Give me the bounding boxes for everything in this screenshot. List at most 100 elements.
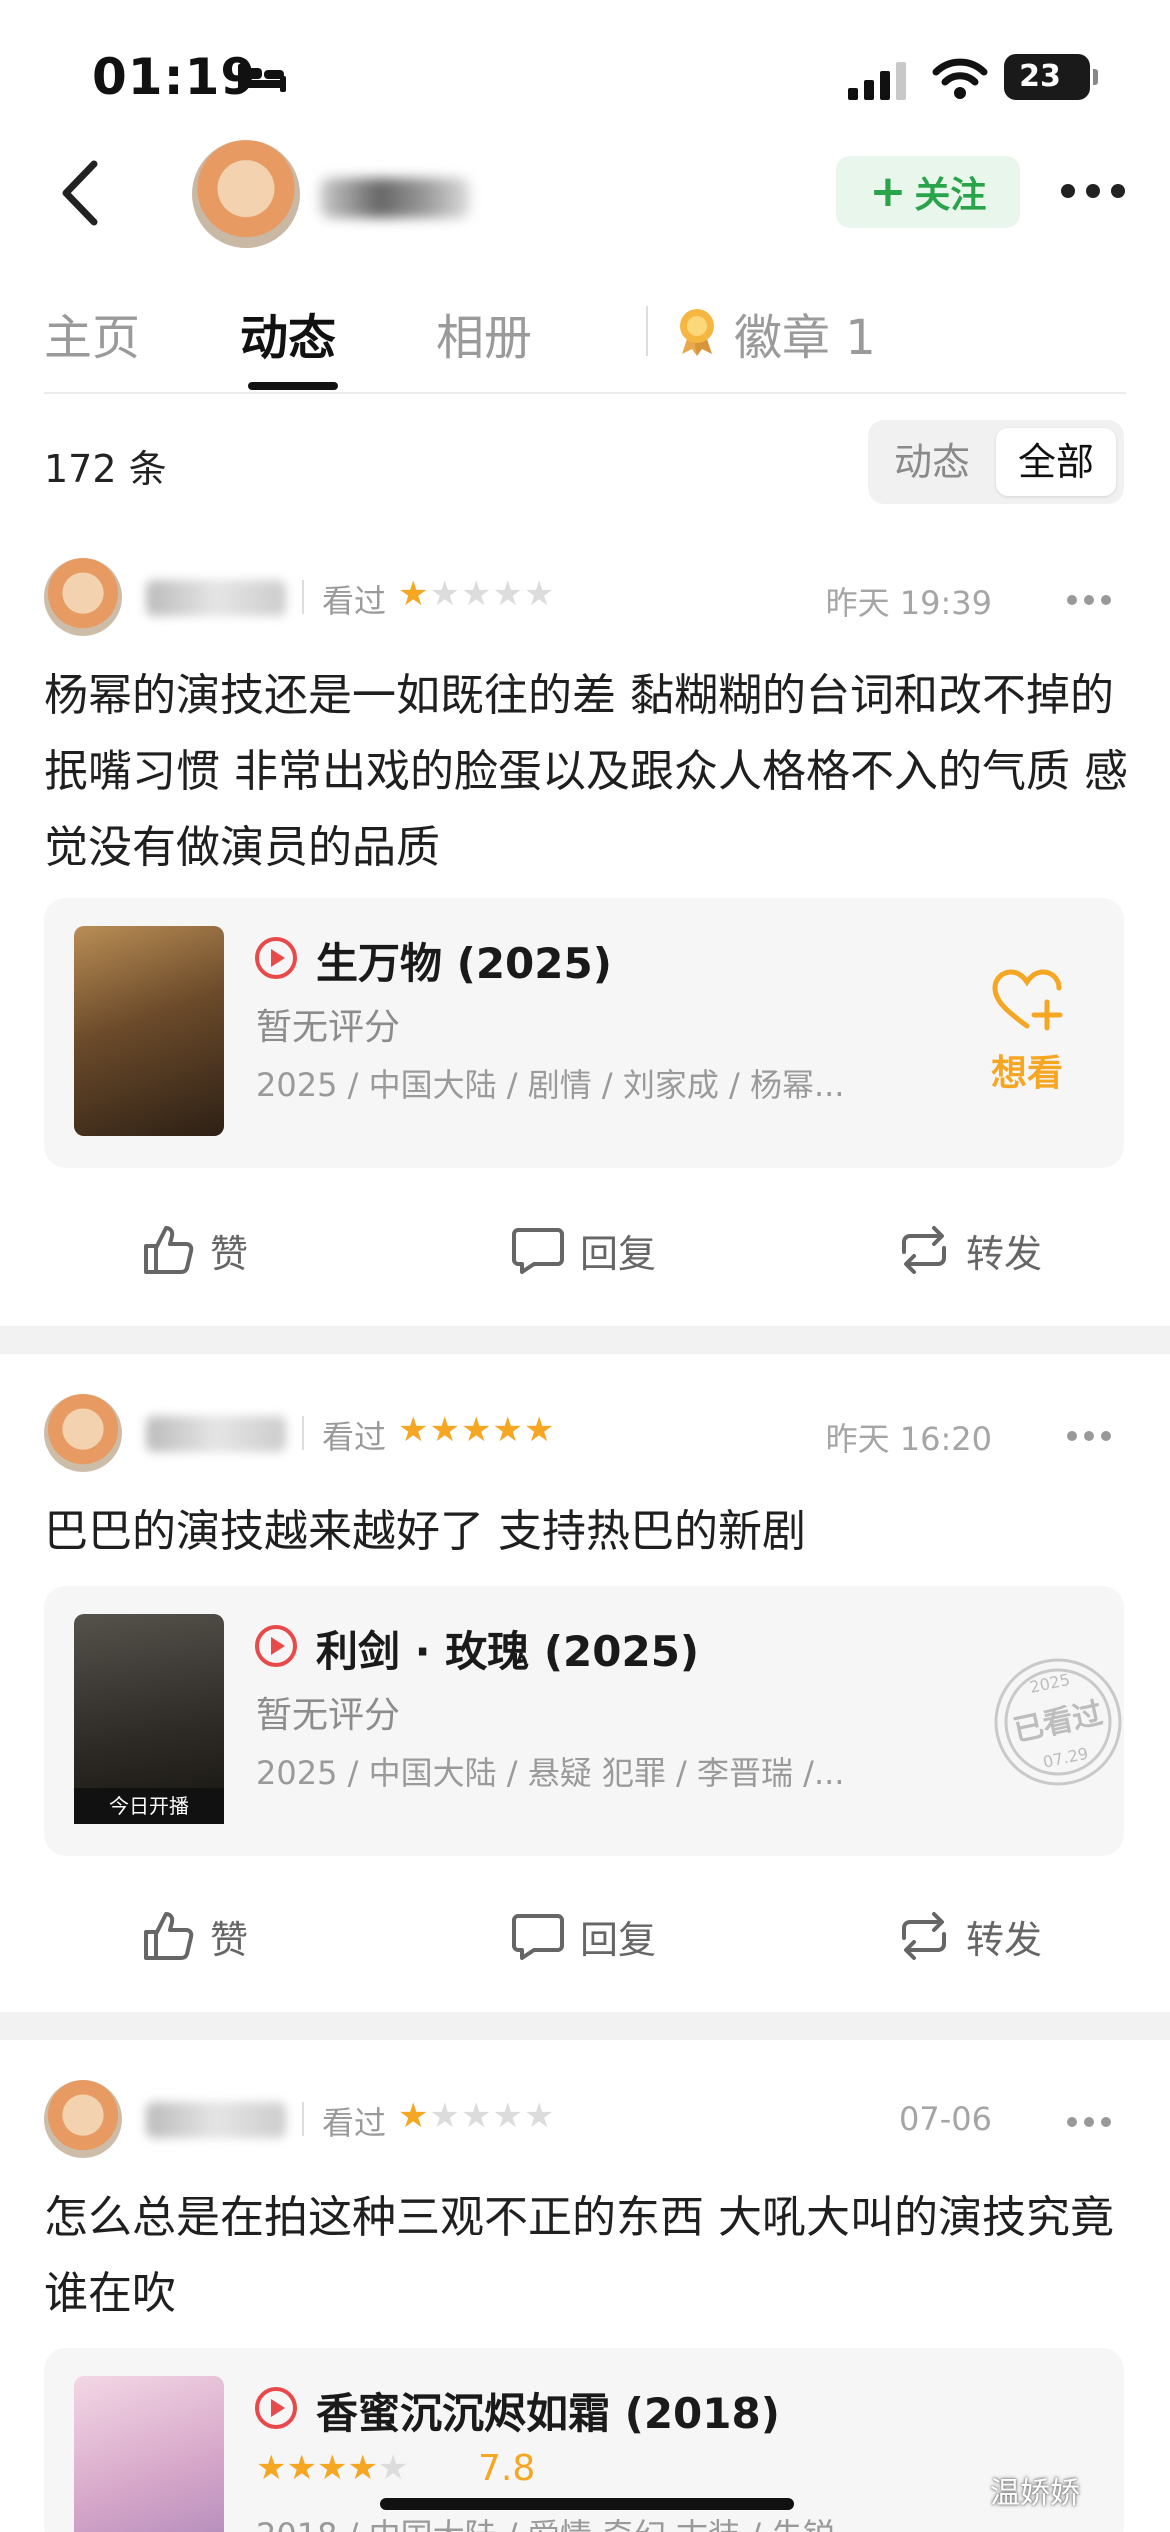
movie-title: 香蜜沉沉烬如霜 (2018)	[316, 2389, 780, 2438]
want-to-watch-button[interactable]: 想看	[982, 968, 1072, 1096]
watched-stamp-icon: 2025 已看过 07.29	[994, 1658, 1122, 1786]
poster-tag: 今日开播	[74, 1788, 224, 1824]
post-text: 巴巴的演技越来越好了 支持热巴的新剧	[44, 1506, 806, 1557]
movie-card[interactable]: 生万物 (2025) 暂无评分 2025 / 中国大陆 / 剧情 / 刘家成 /…	[44, 898, 1124, 1168]
section-gap	[0, 2012, 1170, 2040]
post-avatar[interactable]	[44, 1394, 122, 1472]
post-time: 07-06	[899, 2100, 992, 2138]
movie-meta: 2025 / 中国大陆 / 剧情 / 刘家成 / 杨幂...	[256, 1066, 845, 1104]
post-action: 看过	[322, 582, 387, 620]
filter-option-all[interactable]: 全部	[996, 428, 1116, 496]
more-options-icon[interactable]	[1060, 182, 1126, 200]
post-time: 昨天 16:20	[825, 1420, 992, 1458]
post-username-redacted	[146, 1416, 286, 1452]
like-label: 赞	[210, 1917, 249, 1962]
like-label: 赞	[210, 1231, 249, 1276]
status-time: 01:19	[92, 48, 257, 106]
movie-score: 7.8	[478, 2448, 536, 2489]
post-username-redacted	[146, 580, 286, 616]
movie-title: 利剑 · 玫瑰 (2025)	[316, 1627, 700, 1676]
reply-button[interactable]: 回复	[510, 1908, 656, 1964]
profile-tabs: 主页 动态 相册 徽章 1	[0, 290, 1170, 394]
post-action: 看过	[322, 2104, 387, 2142]
post-username-redacted	[146, 2102, 286, 2138]
tab-separator	[646, 306, 648, 356]
want-label: 想看	[990, 1053, 1063, 1094]
status-bar: 01:19 23	[0, 0, 1170, 140]
like-button[interactable]: 赞	[140, 1222, 248, 1278]
sleep-focus-icon	[238, 64, 286, 92]
share-button[interactable]: 转发	[896, 1222, 1042, 1278]
movie-score: 暂无评分	[256, 1695, 401, 1736]
active-tab-indicator	[248, 382, 338, 390]
post-action: 看过	[322, 1418, 387, 1456]
repost-icon	[902, 1912, 946, 1960]
profile-name-redacted	[320, 178, 470, 218]
post-text: 怎么总是在拍这种三观不正的东西 大吼大叫的演技究竟谁在吹	[44, 2192, 1114, 2319]
play-circle-icon	[255, 1625, 297, 1667]
movie-poster	[74, 926, 224, 1136]
post-actions: 赞 回复 转发	[0, 1886, 1170, 1986]
more-icon[interactable]	[1066, 2116, 1112, 2128]
movie-rating-stars: ★★★★★	[256, 2448, 409, 2488]
medal-icon	[680, 309, 714, 356]
filter-option-activity[interactable]: 动态	[882, 428, 982, 496]
post-rating-stars: ★★★★★	[398, 2096, 556, 2136]
share-label: 转发	[966, 1917, 1043, 1962]
tab-album[interactable]: 相册	[436, 298, 532, 368]
tab-activity[interactable]: 动态	[240, 298, 336, 368]
play-circle-icon	[255, 2387, 297, 2429]
share-label: 转发	[966, 1231, 1043, 1276]
stamp-text: 已看过	[1010, 1696, 1105, 1749]
movie-score: 暂无评分	[256, 1007, 401, 1048]
divider	[302, 2102, 304, 2136]
post-rating-stars: ★★★★★	[398, 1410, 556, 1450]
tab-badges[interactable]: 徽章 1	[734, 298, 876, 368]
activity-count: 172 条	[44, 447, 167, 491]
heart-plus-icon	[992, 969, 1063, 1031]
back-arrow-icon[interactable]	[56, 158, 106, 228]
watermark: 温娇娇	[990, 2476, 1080, 2511]
movie-title: 生万物 (2025)	[316, 939, 612, 988]
more-icon[interactable]	[1066, 1430, 1112, 1442]
cellular-signal-icon	[848, 62, 906, 100]
movie-meta: 2025 / 中国大陆 / 悬疑 犯罪 / 李晋瑞 /...	[256, 1754, 845, 1792]
more-icon[interactable]	[1066, 594, 1112, 606]
share-button[interactable]: 转发	[896, 1908, 1042, 1964]
comment-icon	[512, 1914, 564, 1960]
like-button[interactable]: 赞	[140, 1908, 248, 1964]
divider	[302, 1416, 304, 1450]
post-avatar[interactable]	[44, 2080, 122, 2158]
follow-label: 关注	[914, 175, 987, 216]
thumbs-up-icon	[144, 1912, 194, 1960]
post-text: 杨幂的演技还是一如既往的差 黏糊糊的台词和改不掉的抿嘴习惯 非常出戏的脸蛋以及跟…	[44, 670, 1128, 873]
tab-home[interactable]: 主页	[44, 298, 140, 368]
repost-icon	[902, 1226, 946, 1274]
post-time: 昨天 19:39	[825, 584, 992, 622]
play-circle-icon	[255, 937, 297, 979]
follow-button[interactable]: + 关注	[836, 156, 1020, 228]
movie-meta: 2018 / 中国大陆 / 爱情 奇幻 古装 / 朱锐...	[256, 2510, 866, 2532]
comment-icon	[512, 1228, 564, 1274]
divider	[44, 392, 1126, 394]
divider	[302, 580, 304, 614]
stamp-year: 2025	[1028, 1670, 1072, 1697]
profile-avatar[interactable]	[192, 140, 300, 248]
post-rating-stars: ★★★★★	[398, 574, 556, 614]
reply-label: 回复	[580, 1231, 657, 1276]
battery-level: 23	[1019, 59, 1061, 94]
plus-icon: +	[869, 166, 907, 217]
thumbs-up-icon	[144, 1226, 194, 1274]
movie-card[interactable]: 今日开播 利剑 · 玫瑰 (2025) 暂无评分 2025 / 中国大陆 / 悬…	[44, 1586, 1124, 1856]
home-indicator[interactable]	[380, 2498, 794, 2510]
battery-icon: 23	[1004, 54, 1098, 100]
movie-poster	[74, 2376, 224, 2532]
post-avatar[interactable]	[44, 558, 122, 636]
movie-poster: 今日开播	[74, 1614, 224, 1824]
reply-button[interactable]: 回复	[510, 1222, 656, 1278]
wifi-icon	[932, 58, 988, 99]
filter-segmented-control: 动态 全部	[868, 420, 1124, 504]
reply-label: 回复	[580, 1917, 657, 1962]
post-actions: 赞 回复 转发	[0, 1200, 1170, 1300]
section-gap	[0, 1326, 1170, 1354]
